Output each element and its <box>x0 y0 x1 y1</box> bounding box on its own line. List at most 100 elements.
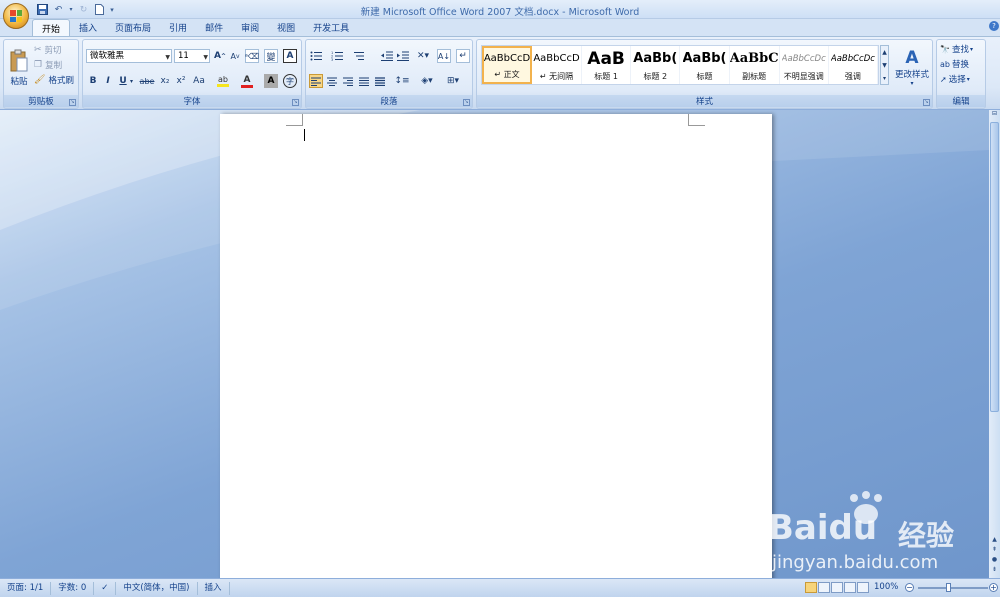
undo-icon[interactable]: ↶ <box>52 3 65 16</box>
style-normal[interactable]: AaBbCcD ↵ 正文 <box>482 46 532 84</box>
tab-page-layout[interactable]: 页面布局 <box>106 19 160 37</box>
help-icon[interactable]: ? <box>989 21 999 31</box>
copy-button[interactable]: ❐ 复制 <box>34 59 62 71</box>
show-hide-marks-button[interactable]: ↵ <box>456 49 470 63</box>
distributed-button[interactable] <box>373 74 387 88</box>
subscript-button[interactable]: x₂ <box>158 74 172 88</box>
zoom-slider-track[interactable] <box>918 587 988 589</box>
underline-dropdown[interactable]: ▾ <box>128 74 135 88</box>
strikethrough-button[interactable]: abe <box>138 74 156 88</box>
grow-font-button[interactable]: A ^ <box>213 49 227 63</box>
status-word-count[interactable]: 字数: 0 <box>51 581 95 595</box>
zoom-level[interactable]: 100% <box>874 582 898 592</box>
browse-object-icon[interactable]: ● <box>989 556 1000 566</box>
copy-label: 复制 <box>45 61 63 71</box>
redo-icon[interactable]: ↻ <box>77 3 90 16</box>
zoom-in-icon[interactable]: + <box>989 583 998 592</box>
status-language[interactable]: 中文(简体，中国) <box>116 581 198 595</box>
paragraph-dialog-launcher[interactable]: ↘ <box>463 99 470 106</box>
print-layout-view-icon[interactable] <box>805 582 817 593</box>
style-title[interactable]: AaBb( 标题 <box>680 46 730 84</box>
tab-insert[interactable]: 插入 <box>70 19 106 37</box>
tab-view[interactable]: 视图 <box>268 19 304 37</box>
select-button[interactable]: ➚ 选择 ▾ <box>940 73 970 86</box>
style-sample: AaBbCcD <box>483 53 531 64</box>
tab-mailings[interactable]: 邮件 <box>196 19 232 37</box>
multilevel-list-button[interactable] <box>351 49 365 63</box>
ruler-toggle-icon[interactable]: ⊟ <box>989 110 1000 120</box>
replace-label: 替换 <box>951 60 969 70</box>
save-icon[interactable] <box>36 3 49 16</box>
character-border-button[interactable]: A <box>283 49 297 63</box>
clipboard-dialog-launcher[interactable]: ↘ <box>69 99 76 106</box>
justify-button[interactable] <box>357 74 371 88</box>
tab-references[interactable]: 引用 <box>160 19 196 37</box>
line-spacing-button[interactable]: ↕≡ <box>392 74 412 88</box>
paste-button[interactable]: 粘贴 <box>7 42 31 94</box>
font-color-button[interactable]: A <box>237 74 257 88</box>
web-layout-view-icon[interactable] <box>831 582 843 593</box>
paragraph-group-label: 段落 <box>306 95 472 107</box>
bullets-button[interactable] <box>309 49 323 63</box>
font-size-combo[interactable]: 11 ▼ <box>174 49 210 63</box>
new-document-icon[interactable] <box>93 3 106 16</box>
draft-view-icon[interactable] <box>857 582 869 593</box>
styles-dialog-launcher[interactable]: ↘ <box>923 99 930 106</box>
cut-button[interactable]: ✂ 剪切 <box>34 44 62 56</box>
undo-dropdown-icon[interactable]: ▾ <box>68 3 74 16</box>
full-screen-view-icon[interactable] <box>818 582 830 593</box>
tab-review[interactable]: 审阅 <box>232 19 268 37</box>
bold-button[interactable]: B <box>86 74 100 88</box>
vertical-scrollbar[interactable]: ⊟ ▲ ⇞ ● ⇟ <box>989 110 1000 578</box>
phonetic-guide-button[interactable]: 變 <box>264 49 278 63</box>
browse-previous-icon[interactable]: ⇞ <box>989 546 1000 556</box>
change-styles-button[interactable]: A 更改样式 ▾ <box>893 44 931 90</box>
customize-toolbar-icon[interactable]: ▾ <box>109 3 115 16</box>
format-painter-button[interactable]: 🖌 格式刷 <box>34 74 74 86</box>
zoom-out-icon[interactable]: − <box>905 583 914 592</box>
scroll-up-icon[interactable]: ▲ <box>989 536 1000 546</box>
style-heading-2[interactable]: AaBb( 标题 2 <box>631 46 681 84</box>
clear-formatting-button[interactable]: ᵃ⌫ <box>245 49 259 63</box>
shrink-font-button[interactable]: Av <box>228 49 242 63</box>
numbered-list-icon: 123 <box>331 51 343 61</box>
shading-button[interactable]: ◈▾ <box>417 74 437 88</box>
highlight-color-button[interactable]: ab <box>213 74 233 88</box>
quick-access-toolbar: ↶ ▾ ↻ ▾ <box>36 3 115 16</box>
proofing-icon[interactable]: ✓ <box>94 581 117 595</box>
increase-indent-button[interactable] <box>396 49 410 63</box>
superscript-button[interactable]: x² <box>174 74 188 88</box>
align-center-button[interactable] <box>325 74 339 88</box>
align-left-button[interactable] <box>309 74 323 88</box>
chinese-layout-button[interactable]: ✕▾ <box>413 49 433 63</box>
character-shading-button[interactable]: A <box>264 74 278 88</box>
zoom-slider-thumb[interactable] <box>946 583 951 592</box>
align-right-button[interactable] <box>341 74 355 88</box>
style-emphasis[interactable]: AaBbCcDc 强调 <box>829 46 879 84</box>
borders-button[interactable]: ⊞▾ <box>442 74 464 88</box>
tab-developer[interactable]: 开发工具 <box>304 19 358 37</box>
style-subtle-emphasis[interactable]: AaBbCcDc 不明显强调 <box>780 46 829 84</box>
replace-button[interactable]: ab 替换 <box>940 58 969 71</box>
tab-home[interactable]: 开始 <box>32 19 71 37</box>
font-dialog-launcher[interactable]: ↘ <box>292 99 299 106</box>
decrease-indent-button[interactable] <box>380 49 394 63</box>
scrollbar-thumb[interactable] <box>990 122 999 412</box>
change-case-button[interactable]: Aa <box>190 74 208 88</box>
styles-gallery-scroll[interactable]: ▲ ▼ ▾ <box>880 45 889 85</box>
document-page[interactable] <box>220 114 772 578</box>
status-page[interactable]: 页面: 1/1 <box>0 581 52 595</box>
style-subtitle[interactable]: AaBbC 副标题 <box>730 46 780 84</box>
style-heading-1[interactable]: AaB 标题 1 <box>582 46 632 84</box>
office-button[interactable] <box>3 3 29 29</box>
sort-button[interactable]: A↓ <box>437 49 451 63</box>
enclose-characters-button[interactable]: 字 <box>283 74 297 88</box>
outline-view-icon[interactable] <box>844 582 856 593</box>
status-insert-mode[interactable]: 插入 <box>198 581 230 595</box>
italic-button[interactable]: I <box>101 74 115 88</box>
style-no-spacing[interactable]: AaBbCcD ↵ 无间隔 <box>532 46 582 84</box>
find-button[interactable]: 🔭 查找 ▾ <box>940 43 973 56</box>
numbering-button[interactable]: 123 <box>330 49 344 63</box>
browse-next-icon[interactable]: ⇟ <box>989 566 1000 576</box>
font-name-combo[interactable]: 微软雅黑 ▼ <box>86 49 172 63</box>
